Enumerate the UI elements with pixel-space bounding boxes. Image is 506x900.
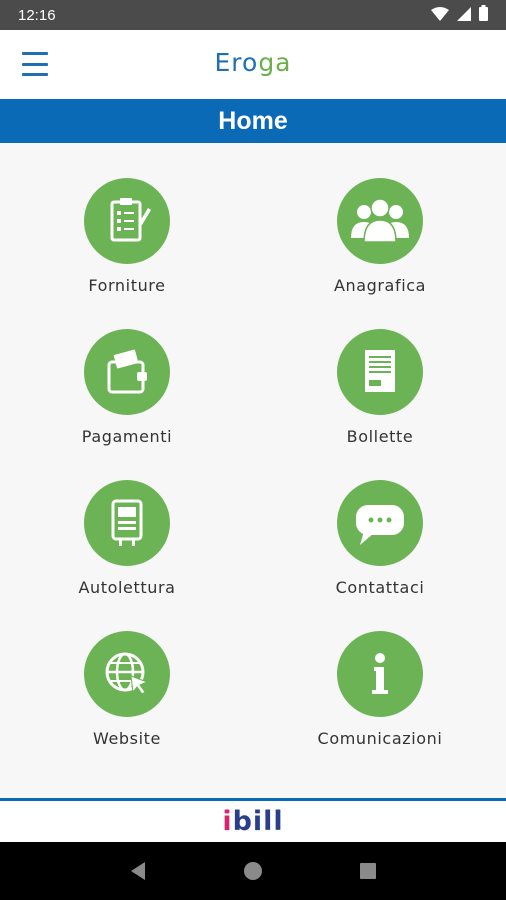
tile-autolettura[interactable]: Autolettura	[27, 480, 227, 610]
app-logo: Eroga	[0, 48, 506, 77]
tile-label: Website	[93, 729, 161, 748]
status-time: 12:16	[18, 6, 56, 24]
tile-label: Pagamenti	[81, 427, 173, 446]
tile-anagrafica[interactable]: Anagrafica	[280, 178, 480, 308]
brand-part1: i	[222, 806, 233, 837]
tile-label: Forniture	[88, 276, 166, 295]
battery-icon	[479, 5, 488, 25]
tile-website[interactable]: Website	[27, 631, 227, 761]
page-title-bar: Home	[0, 99, 506, 143]
back-icon[interactable]	[123, 856, 153, 886]
footer-brand: ibill	[0, 798, 506, 842]
home-grid: Forniture Anagrafica Pagamenti Bollette …	[0, 143, 506, 798]
globe-cursor-icon	[84, 631, 170, 717]
status-bar: 12:16	[0, 0, 506, 30]
brand-part2: bill	[232, 806, 284, 837]
signal-icon	[457, 6, 471, 25]
clipboard-icon	[84, 178, 170, 264]
recents-icon[interactable]	[353, 856, 383, 886]
meter-icon	[84, 480, 170, 566]
wifi-icon	[431, 6, 449, 25]
home-icon[interactable]	[238, 856, 268, 886]
status-icons	[431, 5, 488, 25]
logo-part2: ga	[258, 48, 292, 77]
tile-pagamenti[interactable]: Pagamenti	[27, 329, 227, 459]
tile-comunicazioni[interactable]: Comunicazioni	[280, 631, 480, 761]
wallet-icon	[84, 329, 170, 415]
users-group-icon	[337, 178, 423, 264]
system-nav-bar	[0, 842, 506, 900]
ibill-logo: ibill	[222, 806, 283, 837]
tile-label: Contattaci	[335, 578, 425, 597]
tile-label: Autolettura	[78, 578, 176, 597]
chat-bubble-icon	[337, 480, 423, 566]
tile-label: Comunicazioni	[317, 729, 443, 748]
tile-label: Bollette	[346, 427, 414, 446]
app-bar: Eroga	[0, 30, 506, 99]
info-icon	[337, 631, 423, 717]
page-title: Home	[218, 106, 288, 135]
tile-bollette[interactable]: Bollette	[280, 329, 480, 459]
document-icon	[337, 329, 423, 415]
tile-label: Anagrafica	[333, 276, 427, 295]
logo-part1: Ero	[214, 48, 259, 77]
tile-forniture[interactable]: Forniture	[27, 178, 227, 308]
tile-contattaci[interactable]: Contattaci	[280, 480, 480, 610]
